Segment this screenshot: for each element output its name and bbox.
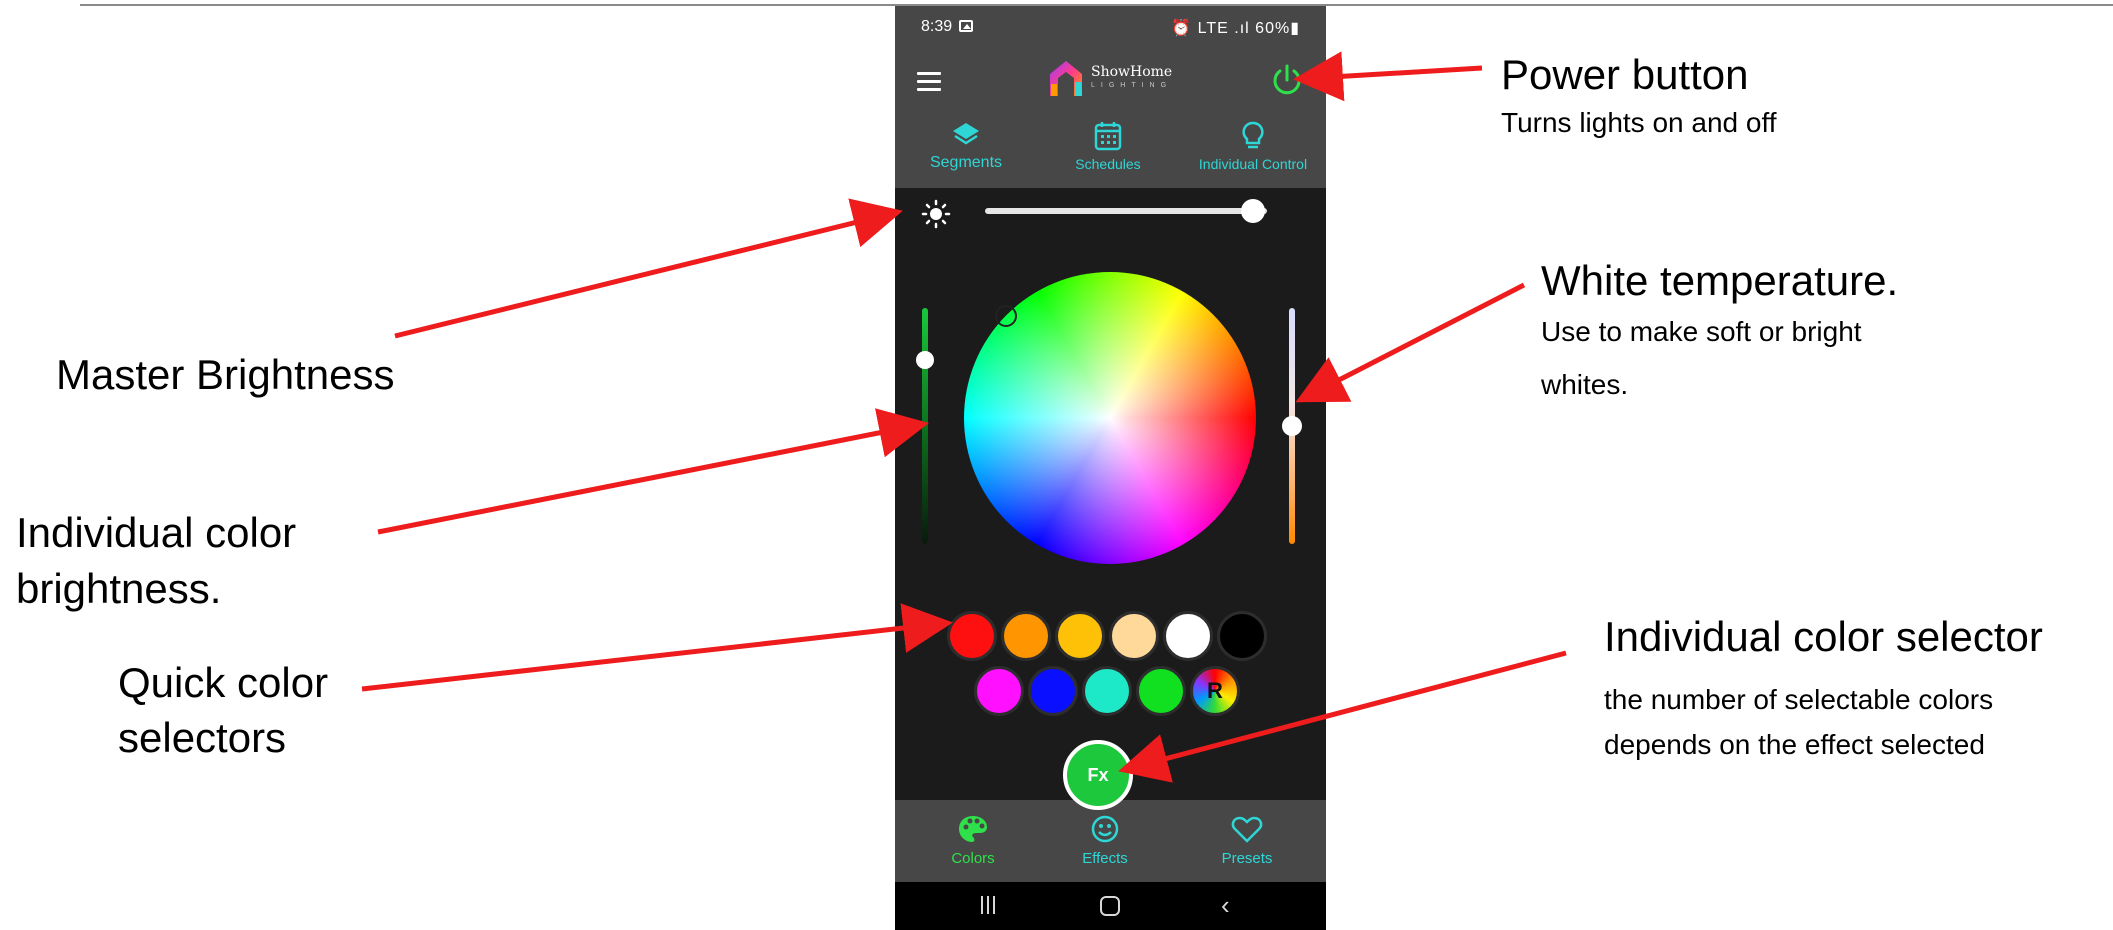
annotation-white-temperature-title: White temperature. (1541, 257, 1899, 304)
annotation-quick-color-line2: selectors (118, 714, 287, 761)
annotation-quick-color-line1: Quick color (118, 659, 329, 706)
annotation-color-selector-desc-line2: depends on the effect selected (1604, 729, 1985, 760)
arrow-quick-colors (361, 603, 953, 692)
annotation-color-selector-title: Individual color selector (1604, 613, 2043, 660)
annotation-individual-brightness-line2: brightness. (16, 565, 222, 612)
annotation-power-title: Power button (1501, 51, 1749, 98)
arrow-master-brightness (394, 198, 903, 339)
arrow-white-temperature (1295, 282, 1526, 403)
arrow-color-selector (1118, 650, 1567, 783)
annotation-arrows (361, 51, 1567, 783)
annotation-power-desc: Turns lights on and off (1501, 107, 1777, 138)
annotation-color-selector-desc-line1: the number of selectable colors (1604, 684, 1994, 715)
annotation-master-brightness: Master Brightness (56, 351, 395, 398)
annotation-white-temperature-desc-line2: whites. (1541, 369, 1629, 400)
arrow-color-brightness (377, 408, 929, 535)
annotation-individual-brightness-line1: Individual color (16, 509, 297, 556)
annotation-white-temperature-desc-line1: Use to make soft or bright (1541, 316, 1862, 347)
arrow-power (1293, 51, 1483, 102)
